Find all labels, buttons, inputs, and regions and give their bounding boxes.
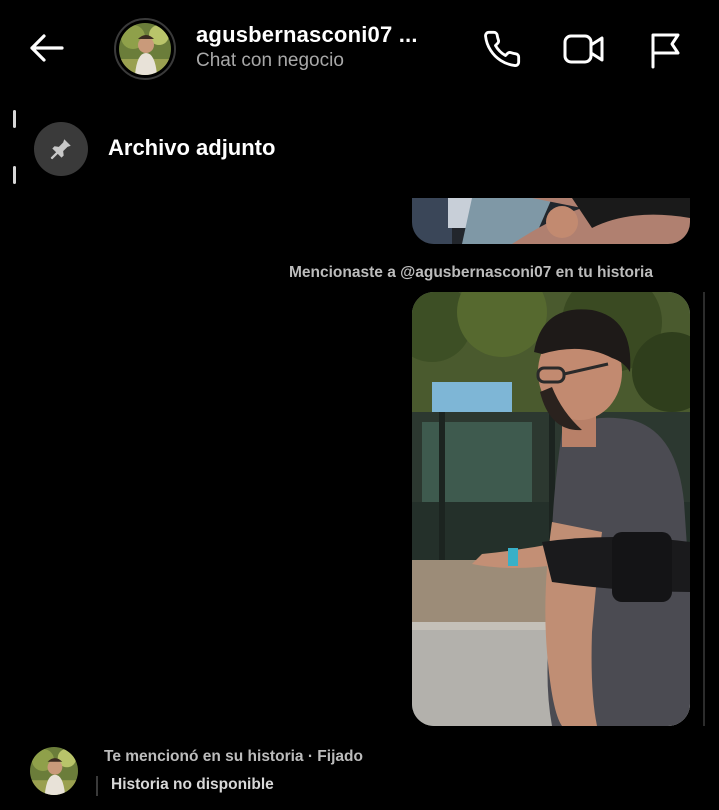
story-unavailable-text: Historia no disponible — [111, 776, 274, 793]
flag-icon — [651, 33, 680, 69]
mention-notice: Te mencionó en su historia · Fijado — [104, 748, 363, 765]
chat-subtitle: Chat con negocio — [196, 50, 344, 71]
back-arrow-icon — [30, 34, 64, 62]
avatar-image — [119, 23, 171, 75]
story-mention-text: Mencionaste a @agusbernasconi07 en tu hi… — [289, 264, 653, 281]
chat-username[interactable]: agusbernasconi07 ... — [196, 22, 418, 48]
pin-icon — [50, 139, 71, 160]
report-button[interactable] — [643, 27, 687, 71]
video-call-button[interactable] — [562, 27, 606, 71]
reply-divider — [96, 776, 98, 796]
sender-avatar[interactable] — [30, 747, 78, 795]
thread-reply-line — [703, 292, 705, 726]
pinned-label[interactable]: Archivo adjunto — [108, 135, 275, 161]
previous-photo-message[interactable] — [412, 198, 690, 244]
video-camera-icon — [563, 34, 604, 64]
story-photo-message[interactable] — [412, 292, 690, 726]
chat-header: agusbernasconi07 ... Chat con negocio — [0, 0, 719, 96]
pinned-indicator-bottom — [13, 166, 16, 184]
avatar-image — [30, 747, 78, 795]
call-button[interactable] — [480, 27, 524, 71]
back-button[interactable] — [24, 28, 68, 68]
pinned-attachment[interactable] — [34, 122, 88, 176]
story-image — [412, 292, 690, 726]
phone-icon — [484, 30, 521, 67]
pinned-indicator-top — [13, 110, 16, 128]
profile-avatar[interactable] — [114, 18, 176, 80]
